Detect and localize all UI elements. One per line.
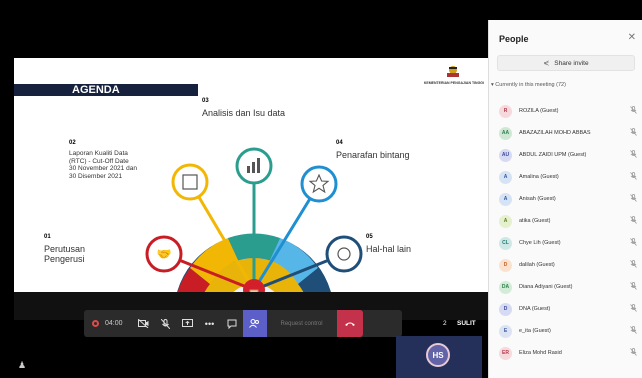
head-node <box>325 235 363 273</box>
request-control-button[interactable]: Request control <box>267 310 337 337</box>
analysis-node <box>235 147 273 185</box>
avatar: E <box>499 324 512 338</box>
avatar: ER <box>499 346 512 360</box>
avatar: D <box>499 258 512 272</box>
participant-name: Diana Adiyani (Guest) <box>519 284 573 290</box>
item-4-number: 04 <box>336 140 343 146</box>
item-3-title: Analisis dan Isu data <box>202 108 286 118</box>
mic-off-icon <box>630 216 637 226</box>
participant-name: e_ita (Guest) <box>519 328 551 334</box>
more-icon[interactable]: ••• <box>199 310 221 337</box>
participant-row[interactable]: CL Chye Lih (Guest) <box>489 232 642 254</box>
section-label: Currently in this meeting (72) <box>495 82 566 88</box>
avatar: D <box>499 302 512 316</box>
avatar: R <box>499 104 512 118</box>
avatar: A <box>499 192 512 206</box>
mic-off-icon <box>630 260 637 270</box>
avatar: AA <box>499 126 512 140</box>
meeting-window: AGENDA KEMENTERIAN PENGAJIAN TINGGI 🤝 01… <box>0 0 642 378</box>
participant-list: R ROZILA (Guest) AA ABAZAZILAH MOHD ABBAS AU… <box>489 100 642 364</box>
person-icon: ♟ <box>18 360 27 370</box>
leave-icon[interactable] <box>336 310 363 337</box>
self-view-tile[interactable]: HS <box>396 336 482 378</box>
close-icon[interactable]: ✕ <box>628 32 636 43</box>
meeting-toolbar: 04:00 ••• Request control <box>84 310 402 337</box>
people-icon[interactable] <box>242 310 267 337</box>
participant-name: DNA (Guest) <box>519 306 551 312</box>
participant-row[interactable]: R ROZILA (Guest) <box>489 100 642 122</box>
section-header[interactable]: ▾ Currently in this meeting (72) <box>491 82 566 88</box>
item-3-number: 03 <box>202 98 209 104</box>
participant-row[interactable]: AU ABDUL ZAIDI UPM (Guest) <box>489 144 642 166</box>
mic-off-icon <box>630 150 637 160</box>
chat-icon[interactable] <box>221 310 243 337</box>
item-4-title: Penarafan bintang <box>336 150 410 160</box>
item-5-number: 05 <box>366 234 373 240</box>
participant-name: atika (Guest) <box>519 218 551 224</box>
mic-off-icon <box>630 172 637 182</box>
participant-row[interactable]: ER Eliza Mohd Rasid <box>489 342 642 364</box>
mic-off-icon <box>630 194 637 204</box>
participant-name: Amalina (Guest) <box>519 174 559 180</box>
avatar: A <box>499 170 512 184</box>
handshake-icon: 🤝 <box>157 247 172 261</box>
item-2-title: Laporan Kualiti Data (RTC) - Cut-Off Dat… <box>69 150 137 180</box>
participant-name: Anisah (Guest) <box>519 196 556 202</box>
mic-off-icon <box>630 326 637 336</box>
people-panel: People ✕ ⋞ Share invite ▾ Currently in t… <box>488 20 642 378</box>
item-1-number: 01 <box>44 234 51 240</box>
shared-slide: AGENDA KEMENTERIAN PENGAJIAN TINGGI 🤝 01… <box>14 58 488 320</box>
participant-row[interactable]: Ddalilah (Guest) <box>489 254 642 276</box>
mic-off-icon <box>630 282 637 292</box>
report-node <box>171 163 209 201</box>
share-icon: ⋞ <box>543 60 550 67</box>
participant-name: Eliza Mohd Rasid <box>519 350 562 356</box>
item-2-number: 02 <box>69 140 76 146</box>
agenda-infographic: 🤝 <box>145 147 363 320</box>
mic-off-icon <box>630 128 637 138</box>
record-timer: 04:00 <box>105 320 123 327</box>
participant-row[interactable]: AA ABAZAZILAH MOHD ABBAS <box>489 122 642 144</box>
record-icon <box>92 320 99 327</box>
participant-row[interactable]: Aatika (Guest) <box>489 210 642 232</box>
classification-label: SULIT <box>457 320 476 327</box>
participant-row[interactable]: Ee_ita (Guest) <box>489 320 642 342</box>
camera-off-icon[interactable] <box>133 310 155 337</box>
avatar: CL <box>499 236 512 250</box>
item-1-title: Perutusan Pengerusi <box>44 244 86 264</box>
participant-row[interactable]: A Amalina (Guest) <box>489 166 642 188</box>
star-node <box>300 165 338 203</box>
avatar: HS <box>426 343 450 367</box>
avatar: A <box>499 214 512 228</box>
panel-title: People <box>499 34 529 44</box>
avatar: DA <box>499 280 512 294</box>
participant-name: ABAZAZILAH MOHD ABBAS <box>519 130 591 136</box>
mic-off-icon[interactable] <box>155 310 177 337</box>
participant-name: ABDUL ZAIDI UPM (Guest) <box>519 152 587 158</box>
mic-off-icon <box>630 106 637 116</box>
avatar: AU <box>499 148 512 162</box>
participant-name: ROZILA (Guest) <box>519 108 559 114</box>
mic-off-icon <box>630 304 637 314</box>
share-invite-label: Share invite <box>554 59 589 67</box>
slide-number: 2 <box>443 320 447 327</box>
participant-row[interactable]: D DNA (Guest) <box>489 298 642 320</box>
share-screen-icon[interactable] <box>177 310 199 337</box>
participant-name: dalilah (Guest) <box>519 262 555 268</box>
participant-row[interactable]: DA Diana Adiyani (Guest) <box>489 276 642 298</box>
item-5-title: Hal-hal lain <box>366 244 412 254</box>
handshake-node: 🤝 <box>145 235 183 273</box>
participant-name: Chye Lih (Guest) <box>519 240 561 246</box>
mic-off-icon <box>630 238 637 248</box>
share-invite-button[interactable]: ⋞ Share invite <box>497 55 635 71</box>
mic-off-icon <box>630 348 637 358</box>
participant-row[interactable]: A Anisah (Guest) <box>489 188 642 210</box>
